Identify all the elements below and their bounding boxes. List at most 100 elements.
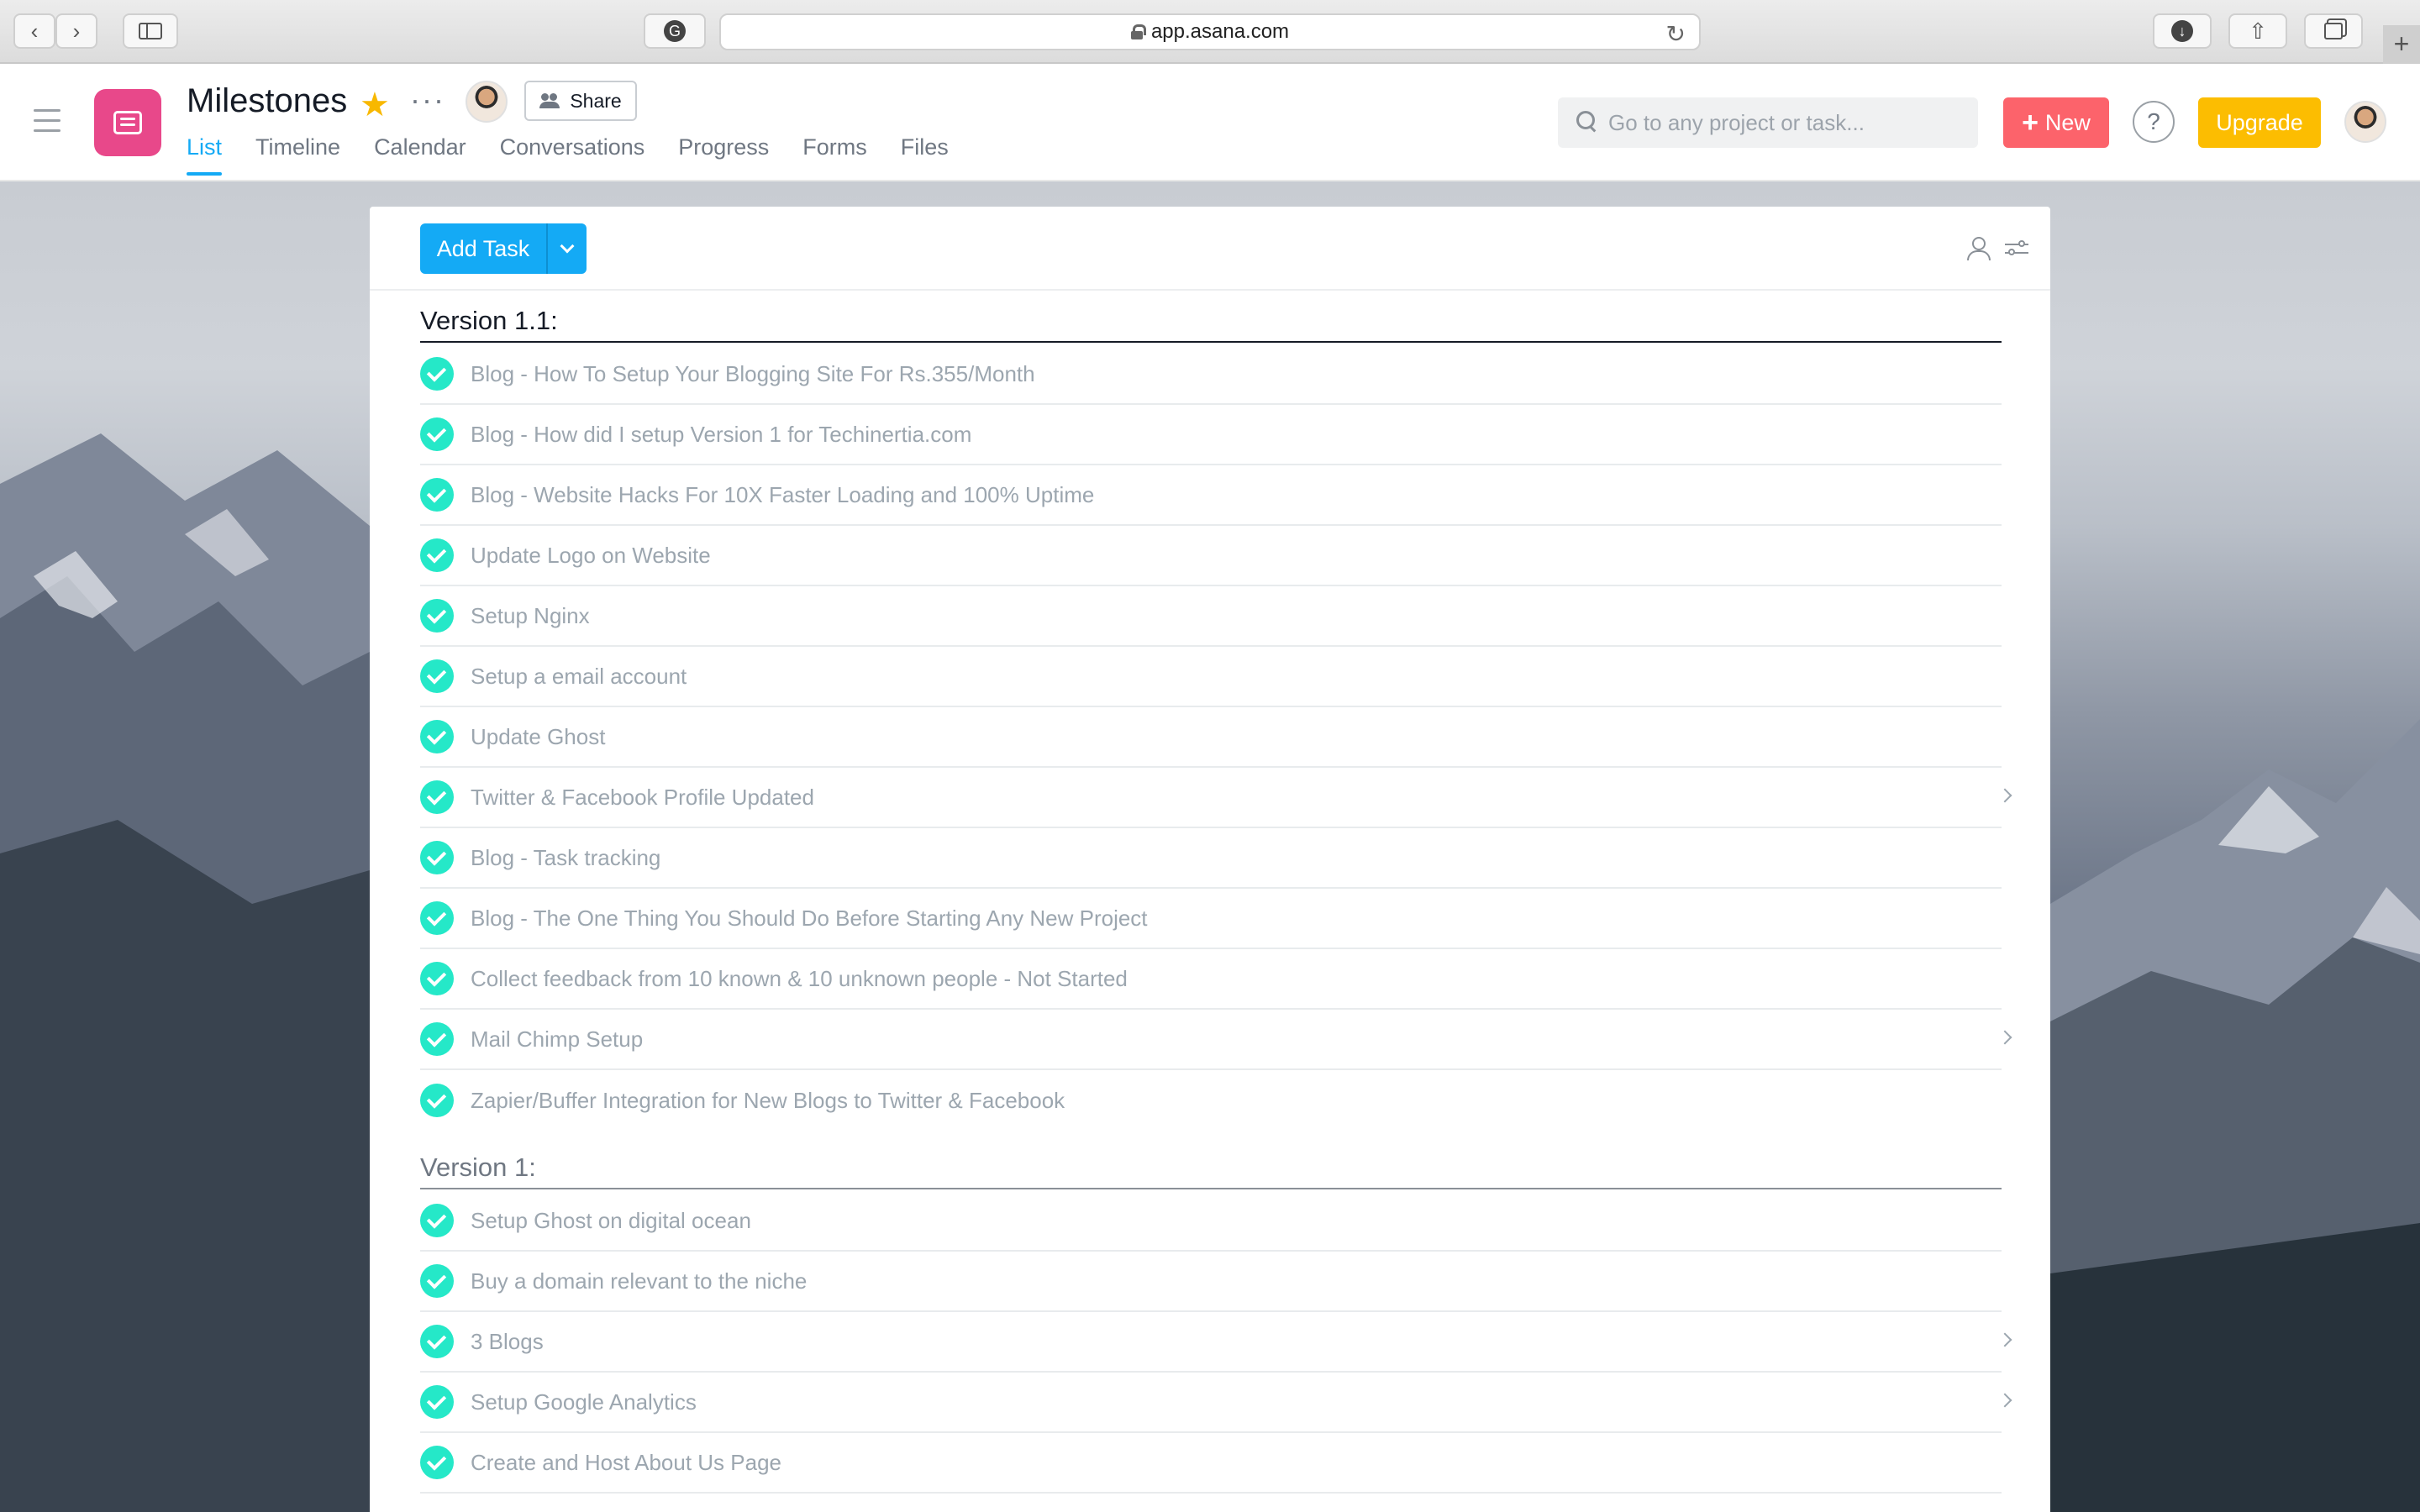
task-name[interactable]: 3 Blogs: [471, 1329, 544, 1355]
more-icon[interactable]: ···: [410, 82, 445, 118]
search-placeholder: Go to any project or task...: [1608, 109, 1865, 135]
upgrade-button[interactable]: Upgrade: [2198, 97, 2321, 148]
tab-timeline[interactable]: Timeline: [255, 134, 340, 176]
check-icon[interactable]: [420, 1264, 454, 1298]
tab-files[interactable]: Files: [901, 134, 949, 176]
check-icon[interactable]: [420, 478, 454, 512]
address-bar[interactable]: app.asana.com ↻: [719, 13, 1701, 50]
task-row[interactable]: Update Logo on Website: [420, 526, 2002, 586]
task-row[interactable]: Blog - The One Thing You Should Do Befor…: [420, 889, 2002, 949]
task-row[interactable]: Blog - Website Hacks For 10X Faster Load…: [420, 465, 2002, 526]
back-button[interactable]: ‹: [13, 13, 55, 49]
task-row[interactable]: 3 Blogs: [420, 1312, 2012, 1373]
check-icon[interactable]: [420, 1022, 454, 1056]
check-icon[interactable]: [420, 1325, 454, 1358]
chevron-right-icon[interactable]: [1997, 1393, 2012, 1408]
task-name[interactable]: Create and Host About Us Page: [471, 1450, 781, 1476]
task-name[interactable]: Setup Nginx: [471, 603, 590, 629]
task-name[interactable]: Blog - Task tracking: [471, 845, 660, 871]
check-icon[interactable]: [420, 357, 454, 391]
task-name[interactable]: Blog - How To Setup Your Blogging Site F…: [471, 361, 1035, 387]
forward-button[interactable]: ›: [55, 13, 97, 49]
url-text: app.asana.com: [1150, 20, 1290, 43]
add-task-button[interactable]: Add Task: [420, 223, 546, 274]
project-list-icon[interactable]: [94, 89, 161, 156]
check-icon[interactable]: [420, 1446, 454, 1479]
new-tab-button[interactable]: +: [2383, 25, 2420, 64]
check-icon[interactable]: [420, 659, 454, 693]
check-icon[interactable]: [420, 417, 454, 451]
task-name[interactable]: Setup a email account: [471, 664, 687, 690]
check-icon[interactable]: [420, 841, 454, 874]
share-button[interactable]: Share: [524, 81, 637, 121]
check-icon[interactable]: [420, 780, 454, 814]
search-input[interactable]: Go to any project or task...: [1558, 97, 1978, 148]
check-icon[interactable]: [420, 1084, 454, 1117]
task-name[interactable]: Setup Ghost on digital ocean: [471, 1208, 751, 1234]
task-name[interactable]: Setup Google Analytics: [471, 1389, 697, 1415]
task-row[interactable]: Update Ghost: [420, 707, 2002, 768]
task-name[interactable]: Update Logo on Website: [471, 543, 711, 569]
check-icon[interactable]: [420, 720, 454, 753]
task-name[interactable]: Mail Chimp Setup: [471, 1026, 643, 1053]
task-row[interactable]: Setup Nginx: [420, 586, 2002, 647]
tab-list[interactable]: List: [187, 134, 223, 176]
new-button[interactable]: + New: [2003, 97, 2109, 148]
list-toolbar: Add Task: [370, 207, 2050, 291]
chevron-right-icon[interactable]: [1997, 1030, 2012, 1045]
person-icon[interactable]: [1966, 237, 1991, 260]
reload-icon[interactable]: ↻: [1666, 20, 1686, 48]
tab-conversations[interactable]: Conversations: [500, 134, 645, 176]
search-icon: [1576, 111, 1597, 131]
task-name[interactable]: Buy a domain relevant to the niche: [471, 1268, 807, 1294]
user-avatar[interactable]: [2344, 101, 2386, 143]
task-name[interactable]: Zapier/Buffer Integration for New Blogs …: [471, 1088, 1065, 1114]
tab-calendar[interactable]: Calendar: [374, 134, 466, 176]
help-icon: ?: [2147, 108, 2160, 134]
section-header-version-1[interactable]: Version 1:: [420, 1142, 2002, 1189]
section-header-version-1-1[interactable]: Version 1.1:: [420, 296, 2002, 343]
project-member-avatar[interactable]: [466, 81, 508, 123]
star-icon[interactable]: ★: [360, 86, 390, 124]
sidebar-toggle-button[interactable]: [123, 13, 178, 49]
task-row[interactable]: Zapier/Buffer Integration for New Blogs …: [420, 1070, 2002, 1131]
downloads-button[interactable]: ↓: [2153, 13, 2212, 49]
tabs-overview-button[interactable]: [2304, 13, 2363, 49]
add-task-dropdown[interactable]: [546, 223, 587, 274]
task-row[interactable]: Setup Ghost on digital ocean: [420, 1191, 2002, 1252]
task-row[interactable]: Collect feedback from 10 known & 10 unkn…: [420, 949, 2002, 1010]
help-button[interactable]: ?: [2133, 101, 2175, 143]
tab-progress[interactable]: Progress: [678, 134, 769, 176]
grammarly-extension-button[interactable]: G: [644, 13, 706, 49]
check-icon[interactable]: [420, 599, 454, 633]
task-row[interactable]: Blog - How did I setup Version 1 for Tec…: [420, 405, 2002, 465]
task-row[interactable]: Create and Host About Us Page: [420, 1433, 2002, 1494]
task-row[interactable]: Mail Chimp Setup: [420, 1010, 2012, 1070]
task-row[interactable]: Setup a email account: [420, 647, 2002, 707]
task-name[interactable]: Update Ghost: [471, 724, 605, 750]
share-sheet-button[interactable]: ⇧: [2228, 13, 2287, 49]
task-row[interactable]: Buy a domain relevant to the niche: [420, 1252, 2002, 1312]
check-icon[interactable]: [420, 538, 454, 572]
task-name[interactable]: Collect feedback from 10 known & 10 unkn…: [471, 966, 1128, 992]
check-icon[interactable]: [420, 962, 454, 995]
task-row[interactable]: Setup Google Analytics: [420, 1373, 2012, 1433]
task-name[interactable]: Blog - The One Thing You Should Do Befor…: [471, 906, 1148, 932]
task-row[interactable]: Twitter & Facebook Profile Updated: [420, 768, 2012, 828]
task-name[interactable]: Blog - How did I setup Version 1 for Tec…: [471, 422, 971, 448]
chevron-right-icon[interactable]: [1997, 1332, 2012, 1347]
new-button-label: New: [2044, 109, 2091, 135]
sidebar-toggle-icon: [139, 23, 162, 39]
check-icon[interactable]: [420, 1204, 454, 1237]
task-name[interactable]: Blog - Website Hacks For 10X Faster Load…: [471, 482, 1094, 508]
check-icon[interactable]: [420, 1385, 454, 1419]
task-row[interactable]: Blog - How To Setup Your Blogging Site F…: [420, 344, 2002, 405]
chevron-right-icon[interactable]: [1997, 788, 2012, 803]
task-row[interactable]: Blog - Task tracking: [420, 828, 2002, 889]
check-icon[interactable]: [420, 901, 454, 935]
tab-forms[interactable]: Forms: [802, 134, 867, 176]
sliders-icon[interactable]: [2005, 239, 2028, 257]
task-name[interactable]: Twitter & Facebook Profile Updated: [471, 785, 814, 811]
download-icon: ↓: [2171, 20, 2193, 42]
hamburger-icon[interactable]: [34, 109, 60, 132]
